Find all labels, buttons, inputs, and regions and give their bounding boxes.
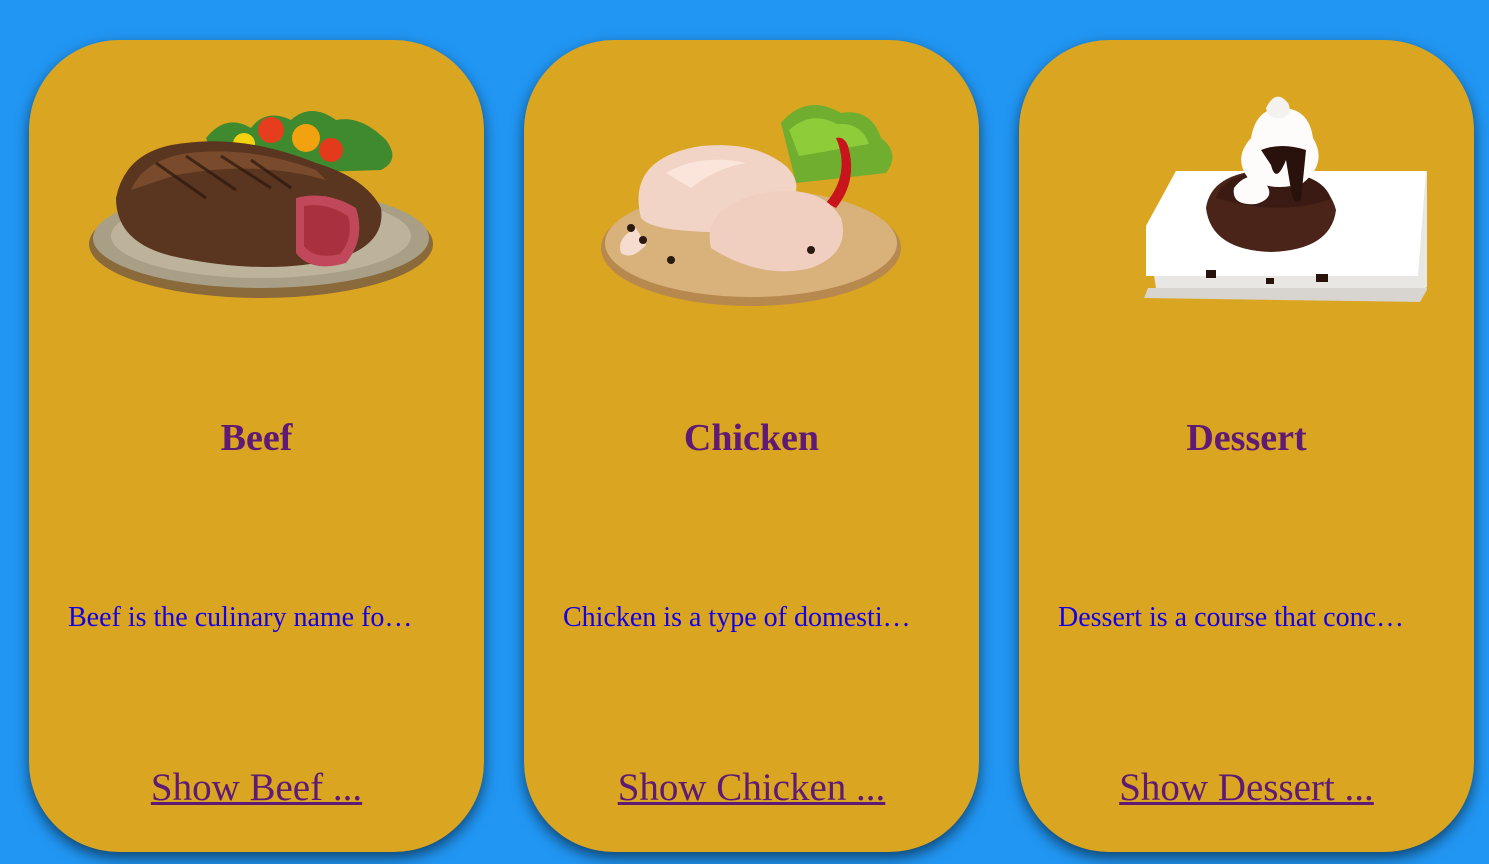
chicken-image [571, 78, 932, 318]
category-description: Chicken is a type of domesti… [563, 602, 911, 633]
show-beef-link[interactable]: Show Beef ... [29, 765, 484, 810]
category-cards: Beef Beef is the culinary name fo… Show … [0, 0, 1489, 864]
category-card-chicken: Chicken Chicken is a type of domesti… Sh… [524, 40, 979, 852]
show-chicken-link[interactable]: Show Chicken ... [524, 765, 979, 810]
category-card-dessert: Dessert Dessert is a course that conc… S… [1019, 40, 1474, 852]
category-title: Chicken [683, 417, 820, 459]
category-title: Dessert [1186, 417, 1307, 459]
beef-image [76, 78, 437, 318]
category-description: Beef is the culinary name fo… [68, 602, 413, 633]
category-title: Beef [220, 417, 293, 459]
category-description: Dessert is a course that conc… [1058, 602, 1404, 633]
dessert-image [1066, 78, 1427, 318]
category-card-beef: Beef Beef is the culinary name fo… Show … [29, 40, 484, 852]
show-dessert-link[interactable]: Show Dessert ... [1019, 765, 1474, 810]
